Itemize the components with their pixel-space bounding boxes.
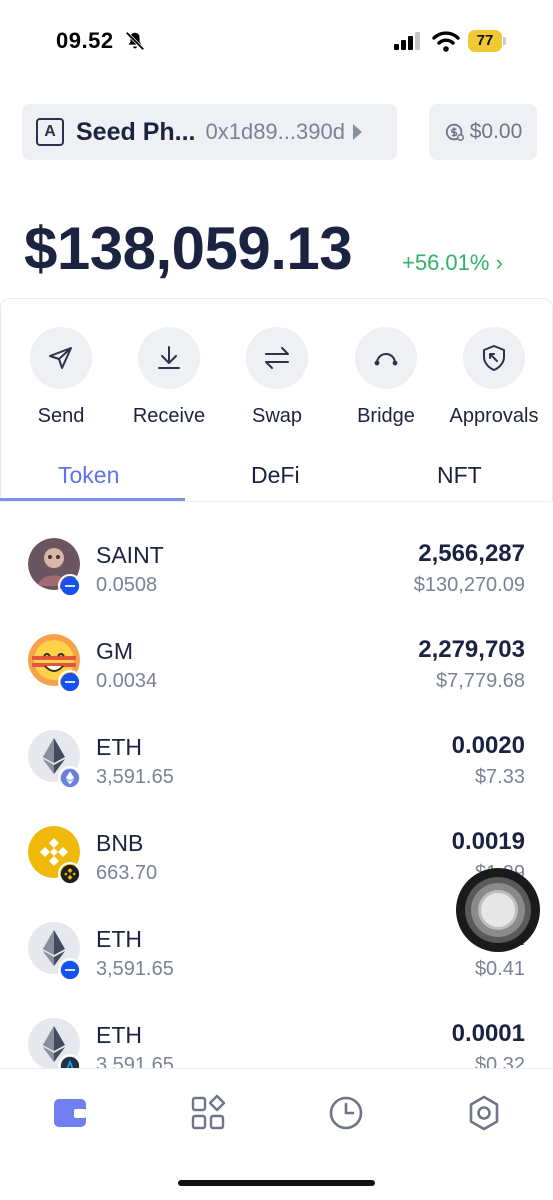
approvals-label: Approvals (449, 405, 539, 427)
token-symbol: ETH (96, 1022, 142, 1048)
account-avatar: A (36, 118, 64, 146)
receive-button[interactable]: Receive (109, 327, 229, 428)
swap-button[interactable]: Swap (217, 327, 337, 428)
base-chain-badge (58, 958, 82, 982)
assistive-touch-core (478, 890, 518, 930)
status-bar: 09.52 77 (0, 0, 553, 80)
battery-level: 77 (468, 30, 502, 52)
token-amount: 0.0019 (451, 828, 525, 855)
nav-settings[interactable] (464, 1093, 504, 1133)
token-row-gm[interactable]: GM 0.0034 2,279,703 $7,779.68 (0, 634, 553, 730)
base-chain-badge (58, 574, 82, 598)
token-amount: 0.0020 (451, 732, 525, 759)
receive-label: Receive (132, 405, 206, 427)
tab-token[interactable]: Token (58, 462, 119, 489)
account-name: Seed Ph... (76, 117, 196, 146)
ethereum-chain-badge (58, 766, 82, 790)
token-symbol: ETH (96, 734, 142, 760)
assistive-touch-ring-inner (471, 883, 525, 937)
send-icon (30, 327, 92, 389)
account-selector[interactable]: A Seed Ph... 0x1d89...390d (22, 104, 397, 160)
gas-value: $0.00 (469, 120, 523, 143)
tab-divider (0, 501, 553, 502)
token-price: 0.0034 (96, 670, 158, 692)
token-value: $130,270.09 (413, 574, 525, 596)
apps-icon (191, 1094, 226, 1130)
gas-coin-icon (445, 123, 464, 141)
assistive-touch-button[interactable] (456, 868, 540, 952)
nav-history[interactable] (326, 1093, 366, 1133)
assistive-touch-ring (465, 877, 531, 943)
wallet-icon (54, 1099, 86, 1127)
swap-icon (246, 327, 308, 389)
caret-right-icon (352, 124, 362, 140)
bell-muted-icon (125, 31, 145, 51)
battery-cap (503, 37, 506, 45)
account-address: 0x1d89...390d (205, 119, 345, 144)
nav-apps[interactable] (188, 1093, 228, 1133)
token-price: 663.70 (96, 862, 158, 884)
token-row-saint[interactable]: SAINT 0.0508 2,566,287 $130,270.09 (0, 538, 553, 634)
balance-change[interactable]: +56.01% › (402, 250, 503, 276)
swap-label: Swap (251, 405, 303, 427)
history-icon (329, 1096, 363, 1130)
token-value: $0.41 (474, 958, 525, 980)
gas-button[interactable]: $0.00 (429, 104, 537, 160)
wifi-icon (432, 31, 460, 52)
token-amount: 2,566,287 (418, 540, 525, 567)
token-price: 3,591.65 (96, 766, 174, 788)
token-symbol: ETH (96, 926, 142, 952)
token-value: $7,779.68 (436, 670, 525, 692)
token-price: 3,591.65 (96, 958, 174, 980)
token-symbol: SAINT (96, 542, 164, 568)
battery-indicator: 77 (468, 30, 508, 52)
token-value: $7.33 (474, 766, 525, 788)
token-amount: 2,279,703 (418, 636, 525, 663)
signal-icon (394, 32, 420, 50)
total-balance: $138,059.13 (24, 215, 353, 282)
bridge-button[interactable]: Bridge (326, 327, 446, 428)
tab-nft[interactable]: NFT (437, 462, 482, 489)
nav-wallet[interactable] (50, 1093, 90, 1133)
bridge-icon (355, 327, 417, 389)
shield-icon (463, 327, 525, 389)
status-time: 09.52 (56, 28, 114, 53)
send-button[interactable]: Send (1, 327, 121, 428)
tab-defi[interactable]: DeFi (251, 462, 300, 489)
bridge-label: Bridge (357, 405, 415, 427)
approvals-button[interactable]: Approvals (434, 327, 553, 428)
token-symbol: BNB (96, 830, 144, 856)
base-chain-badge (58, 670, 82, 694)
home-indicator (178, 1180, 375, 1186)
bnb-chain-badge (58, 862, 82, 886)
token-symbol: GM (96, 638, 134, 664)
send-label: Send (37, 405, 85, 427)
token-price: 0.0508 (96, 574, 158, 596)
settings-icon (469, 1095, 499, 1131)
receive-icon (138, 327, 200, 389)
token-amount: 0.0001 (451, 1020, 525, 1047)
token-row-eth[interactable]: ETH 3,591.65 0.0020 $7.33 (0, 730, 553, 826)
